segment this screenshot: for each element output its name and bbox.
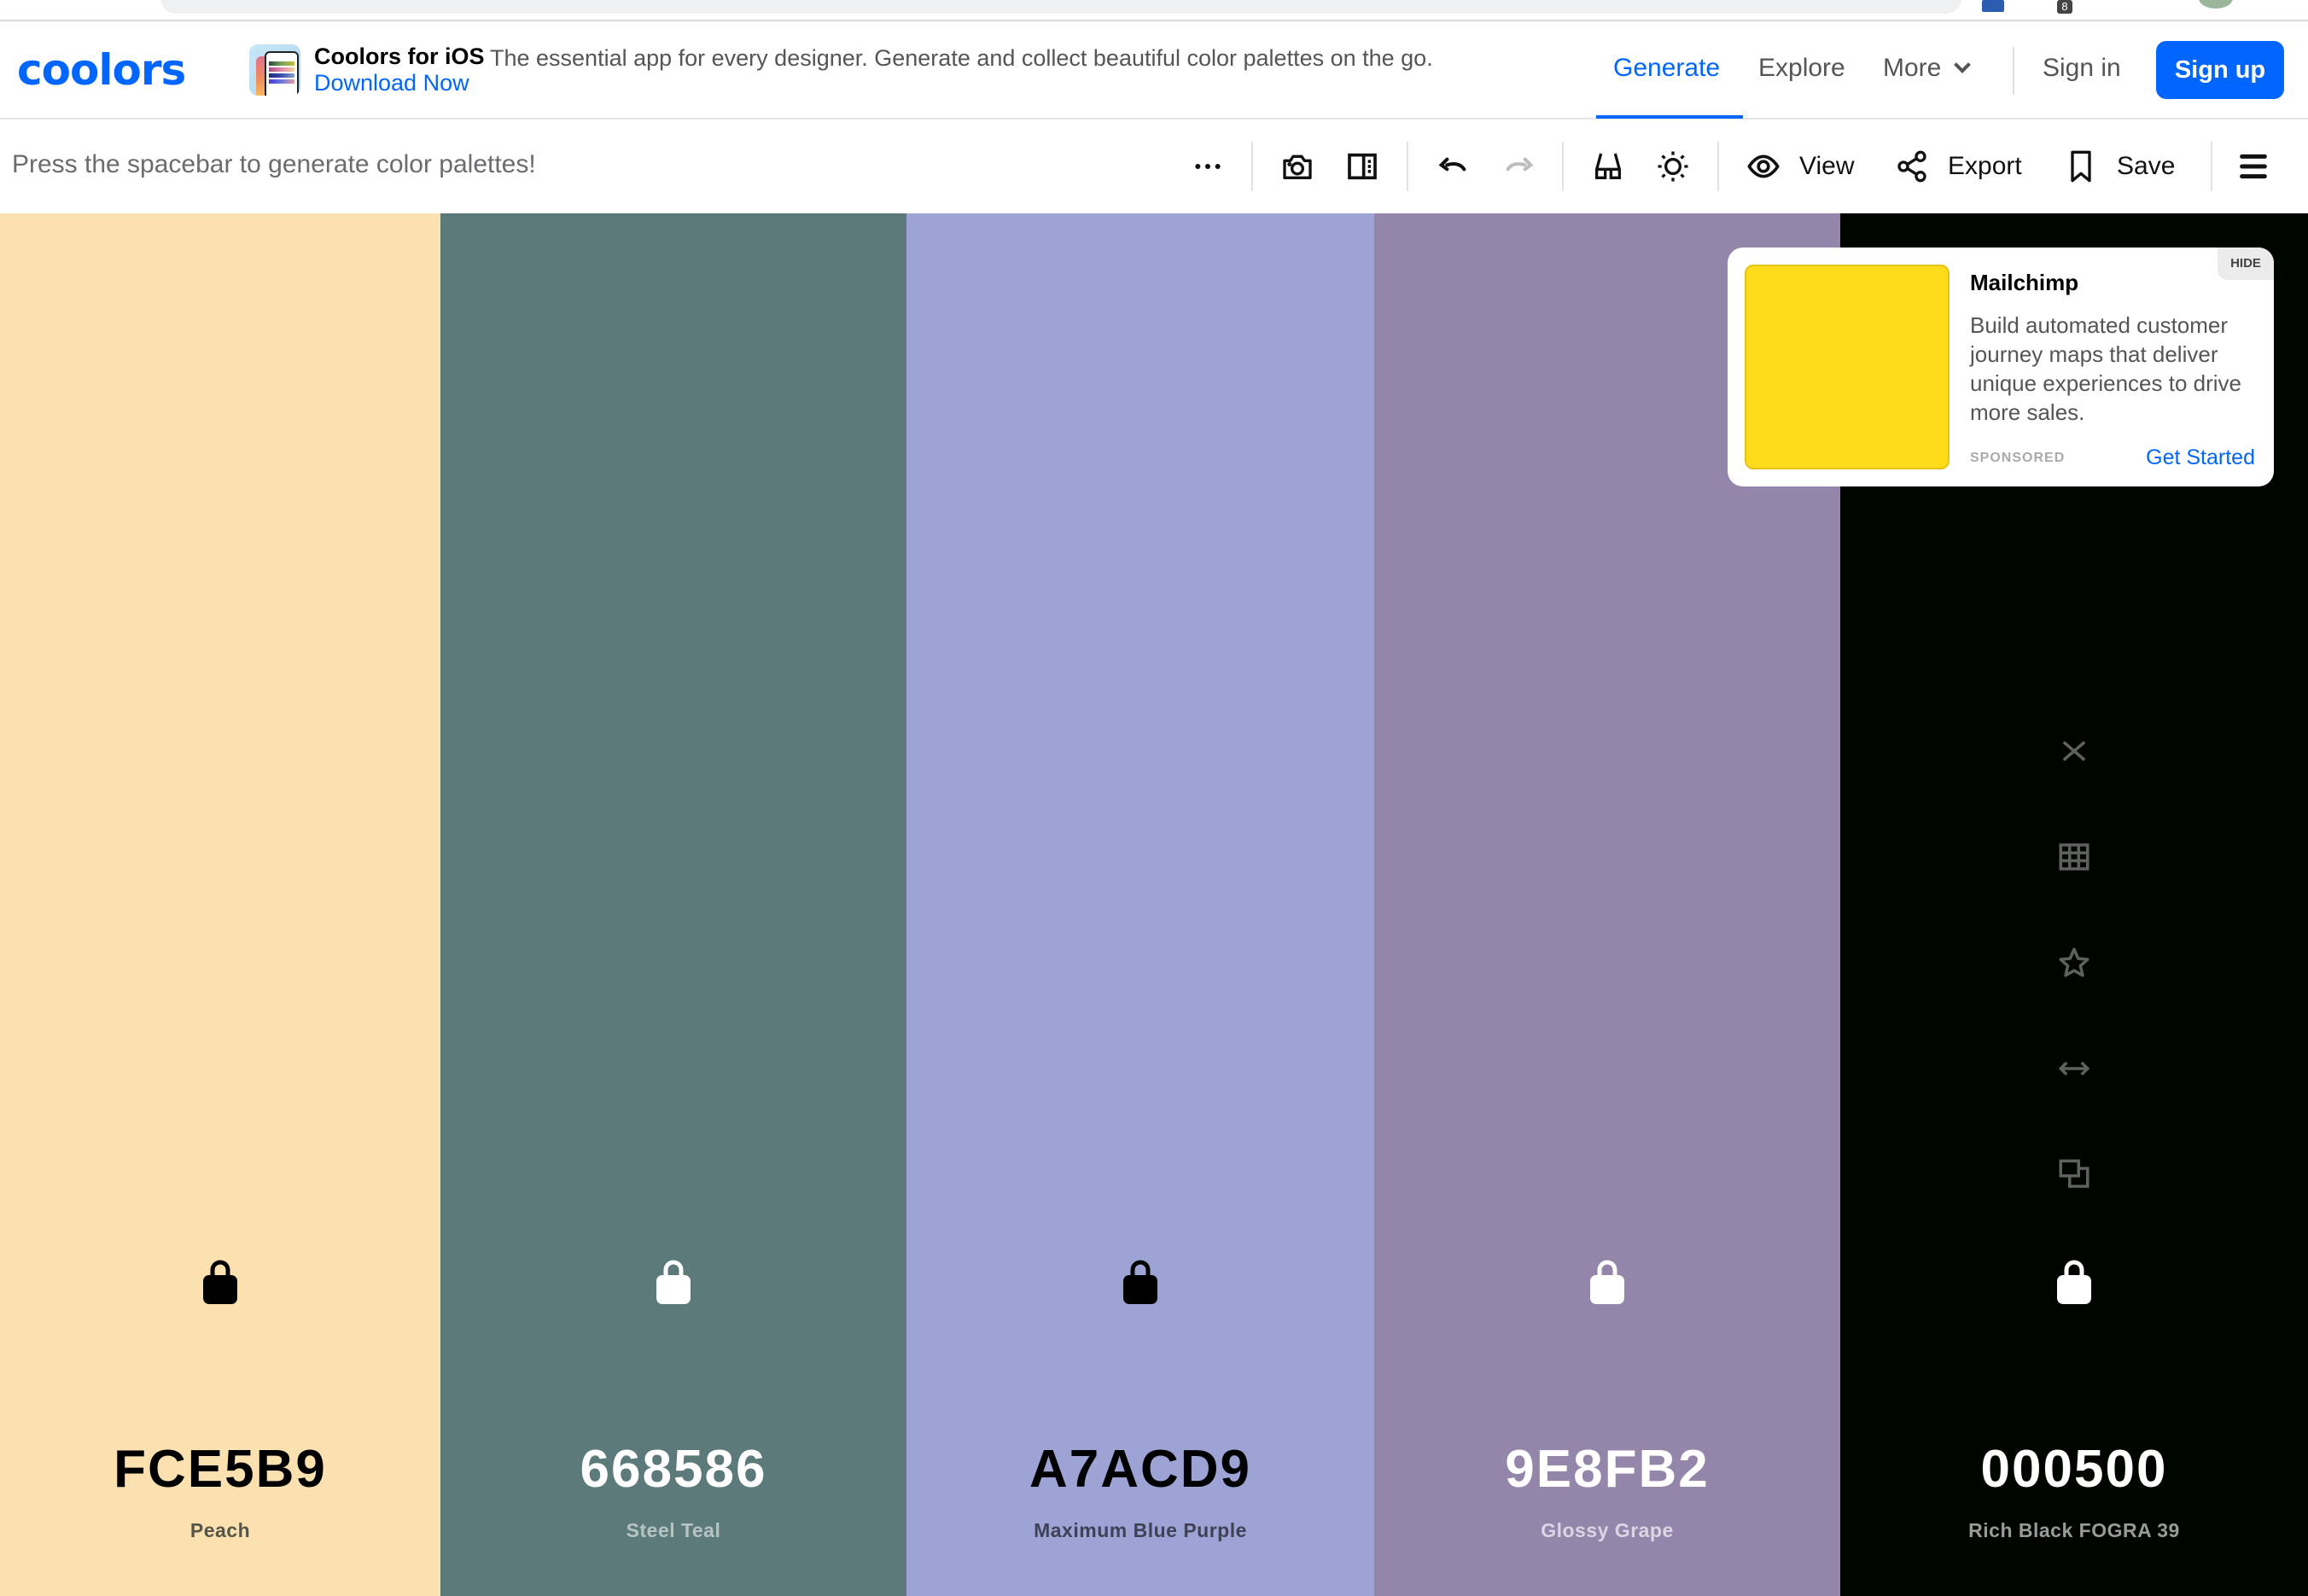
color-name: Rich Black FOGRA 39 <box>1968 1519 2180 1541</box>
promo-description: The essential app for every designer. Ge… <box>490 45 1433 71</box>
lock-button[interactable] <box>1588 1256 1626 1304</box>
color-name: Glossy Grape <box>1541 1519 1674 1541</box>
save-label: Save <box>2117 152 2176 180</box>
toolbar-divider <box>1717 142 1719 191</box>
ios-app-thumbnail <box>249 44 300 96</box>
sidebar-panel-icon <box>1348 153 1377 180</box>
nav-divider <box>2013 47 2014 95</box>
lock-icon <box>2057 1260 2091 1304</box>
generator-toolbar: Press the spacebar to generate color pal… <box>0 119 2308 213</box>
remove-color-button[interactable] <box>2049 725 2100 777</box>
more-options-button[interactable] <box>1188 143 1227 189</box>
color-name: Maximum Blue Purple <box>1034 1519 1247 1541</box>
side-panel-button[interactable] <box>1343 143 1381 189</box>
toolbar-divider <box>2211 142 2212 191</box>
redo-icon <box>1506 157 1534 172</box>
close-icon <box>2062 741 2086 761</box>
star-icon <box>2059 947 2089 977</box>
spacebar-hint: Press the spacebar to generate color pal… <box>12 150 536 178</box>
hex-code[interactable]: A7ACD9 <box>906 1439 1374 1500</box>
camera-icon <box>1283 154 1312 179</box>
lock-icon <box>656 1260 691 1304</box>
color-column-steel-teal[interactable]: 668586 Steel Teal <box>440 213 906 1596</box>
nav-more[interactable]: More <box>1883 54 1972 83</box>
menu-icon <box>2240 154 2267 179</box>
nav-generate[interactable]: Generate <box>1613 54 1720 83</box>
copy-hex-button[interactable] <box>2049 1149 2100 1200</box>
save-color-button[interactable] <box>2049 937 2100 988</box>
ad-description: Build automated customer journey maps th… <box>1970 312 2241 425</box>
download-now-link[interactable]: Download Now <box>314 70 469 96</box>
nav-more-label: More <box>1883 54 1942 82</box>
share-icon <box>1897 150 1926 183</box>
eye-icon <box>1747 154 1780 178</box>
view-button[interactable]: View <box>1746 143 1854 189</box>
toolbar-divider <box>1407 142 1408 191</box>
hex-code[interactable]: 9E8FB2 <box>1374 1439 1840 1500</box>
profile-avatar[interactable] <box>2199 0 2233 9</box>
copy-icon <box>2059 1159 2089 1188</box>
chevron-down-icon <box>1954 56 1972 73</box>
toolbar-divider <box>1562 142 1564 191</box>
color-name: Peach <box>189 1519 251 1541</box>
sign-up-button[interactable]: Sign up <box>2156 41 2284 99</box>
lock-icon <box>203 1260 237 1304</box>
drag-arrows-icon <box>2058 1061 2090 1076</box>
ad-title: Mailchimp <box>1970 270 2079 295</box>
color-blindness-button[interactable] <box>1589 143 1627 189</box>
color-column-peach[interactable]: FCE5B9 Peach <box>0 213 440 1596</box>
lock-icon <box>1123 1260 1157 1304</box>
toolbar-divider <box>1251 142 1253 191</box>
sponsored-ad-card: Mailchimp Build automated customer journ… <box>1728 248 2274 486</box>
address-bar[interactable] <box>160 0 1961 14</box>
browser-chrome: 8 <box>0 0 2308 21</box>
top-navigation: coolors Coolors for iOS The essential ap… <box>0 21 2308 119</box>
bookmark-icon <box>2071 150 2091 183</box>
export-button[interactable]: Export <box>1895 143 2022 189</box>
redo-button[interactable] <box>1501 143 1538 189</box>
view-shades-button[interactable] <box>2049 831 2100 882</box>
lock-button[interactable] <box>201 1256 239 1304</box>
color-column-maximum-blue-purple[interactable]: A7ACD9 Maximum Blue Purple <box>906 213 1374 1596</box>
promo-title: Coolors for iOS <box>314 44 485 69</box>
hide-ad-button[interactable]: HIDE <box>2218 248 2274 280</box>
sign-in-link[interactable]: Sign in <box>2043 54 2121 83</box>
lock-icon <box>1590 1260 1624 1304</box>
hex-code[interactable]: 000500 <box>1840 1439 2308 1500</box>
coolors-logo[interactable]: coolors <box>17 49 186 91</box>
hex-code[interactable]: 668586 <box>440 1439 906 1500</box>
menu-button[interactable] <box>2235 143 2272 189</box>
view-label: View <box>1799 152 1855 180</box>
hex-code[interactable]: FCE5B9 <box>0 1439 440 1500</box>
adjust-palette-button[interactable] <box>1654 143 1692 189</box>
nav-explore[interactable]: Explore <box>1758 54 1845 83</box>
drag-color-handle[interactable] <box>2049 1043 2100 1094</box>
ad-image[interactable] <box>1745 265 1950 469</box>
more-horizontal-icon <box>1195 164 1221 169</box>
sun-icon <box>1658 151 1688 182</box>
active-tab-indicator <box>1596 115 1743 119</box>
color-name: Steel Teal <box>626 1519 721 1541</box>
export-label: Export <box>1948 152 2022 180</box>
lock-button[interactable] <box>1122 1256 1159 1304</box>
image-picker-button[interactable] <box>1279 143 1316 189</box>
glasses-icon <box>1595 153 1621 179</box>
lock-button[interactable] <box>2055 1256 2093 1304</box>
save-button[interactable]: Save <box>2064 143 2175 189</box>
extension-icon[interactable] <box>1982 0 2004 12</box>
get-started-link[interactable]: Get Started <box>2146 446 2255 470</box>
extension-badge: 8 <box>2057 0 2072 14</box>
grid-icon <box>2059 843 2089 871</box>
lock-button[interactable] <box>655 1256 692 1304</box>
undo-button[interactable] <box>1434 143 1472 189</box>
undo-icon <box>1438 157 1466 172</box>
sponsored-label: SPONSORED <box>1970 451 2066 465</box>
